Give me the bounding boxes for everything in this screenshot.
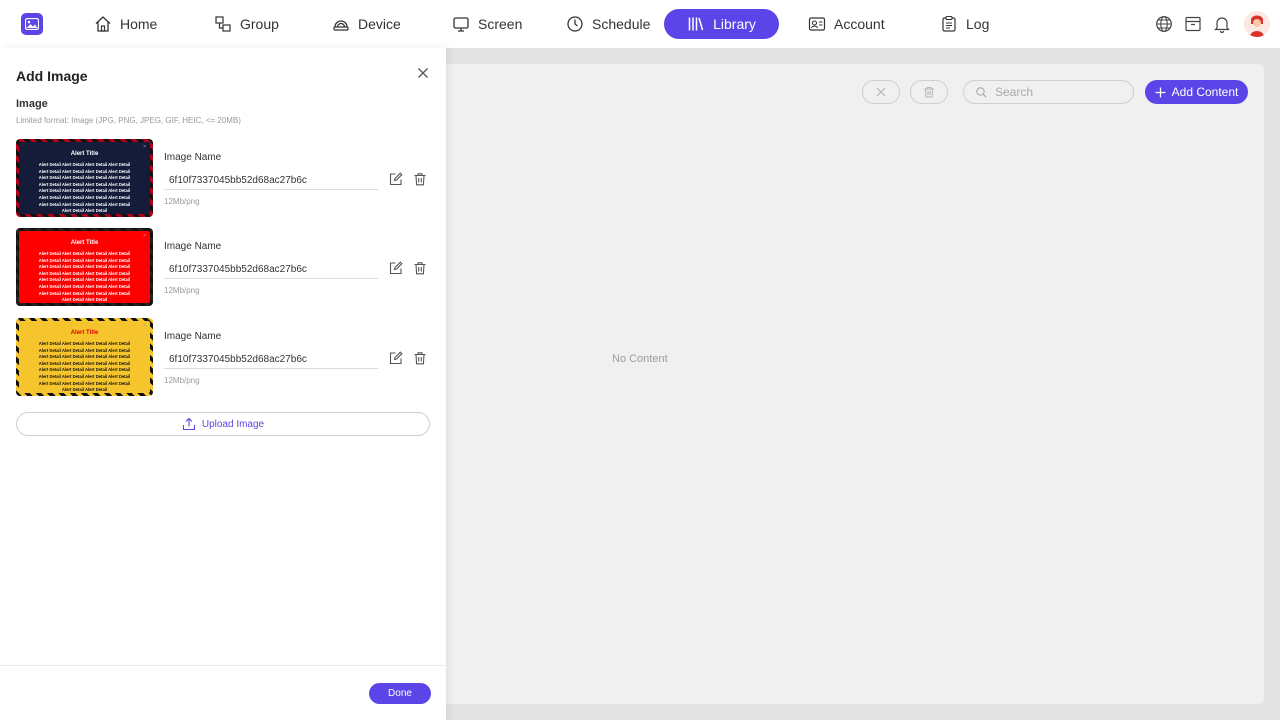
search-placeholder: Search (995, 85, 1034, 99)
clear-selection-button[interactable] (862, 80, 900, 104)
nav-log-label: Log (966, 16, 990, 32)
image-meta: 12Mb/png (164, 197, 200, 206)
user-avatar[interactable] (1244, 11, 1270, 37)
drawer-footer-divider (0, 665, 446, 666)
close-icon (418, 68, 428, 78)
image-name-label: Image Name (164, 152, 222, 163)
group-icon (215, 16, 231, 32)
trash-icon (924, 87, 934, 98)
edit-icon[interactable] (389, 261, 403, 275)
nav-device-label: Device (358, 16, 401, 32)
thumbnail-text: Alert Detail Alert Detail Alert Detail A… (38, 341, 131, 393)
top-nav-bar: Home Group Device Screen Schedule Librar… (0, 0, 1280, 48)
empty-state-text: No Content (612, 353, 668, 365)
archive-icon[interactable] (1183, 14, 1203, 34)
edit-icon[interactable] (389, 172, 403, 186)
log-icon (942, 15, 956, 32)
edit-icon[interactable] (389, 351, 403, 365)
done-button[interactable]: Done (369, 683, 431, 704)
add-content-button[interactable]: Add Content (1145, 80, 1248, 104)
nav-account-label: Account (834, 16, 885, 32)
trash-icon[interactable] (413, 261, 427, 275)
library-icon (688, 17, 704, 31)
nav-home[interactable]: Home (82, 9, 169, 39)
nav-group[interactable]: Group (202, 9, 291, 39)
clock-icon (567, 16, 583, 32)
nav-library-label: Library (713, 16, 756, 32)
image-thumbnail[interactable]: × Alert Title Alert Detail Alert Detail … (16, 139, 153, 217)
nav-account[interactable]: Account (796, 9, 897, 39)
nav-screen-label: Screen (478, 16, 523, 32)
plus-icon (1155, 87, 1166, 97)
home-icon (95, 16, 111, 32)
device-icon (333, 20, 349, 31)
image-section-label: Image (16, 98, 48, 110)
add-image-drawer: Add Image Image Limited format: Image (J… (0, 48, 446, 720)
thumbnail-title: Alert Title (70, 151, 99, 157)
thumbnail-text: Alert Detail Alert Detail Alert Detail A… (38, 162, 131, 214)
image-name-field[interactable]: 6f10f7337045bb52d68ac27b6c (164, 261, 378, 279)
nav-schedule-label: Schedule (592, 16, 651, 32)
nav-schedule[interactable]: Schedule (554, 9, 662, 39)
account-icon (808, 17, 826, 31)
close-drawer-button[interactable] (416, 66, 430, 80)
upload-icon (182, 417, 195, 431)
image-thumbnail[interactable]: × Alert Title Alert Detail Alert Detail … (16, 228, 153, 306)
nav-group-label: Group (240, 16, 279, 32)
image-name-field[interactable]: 6f10f7337045bb52d68ac27b6c (164, 351, 378, 369)
trash-icon[interactable] (413, 172, 427, 186)
image-name-label: Image Name (164, 241, 222, 252)
thumbnail-title: Alert Title (70, 240, 99, 246)
image-list-item: × Alert Title Alert Detail Alert Detail … (16, 139, 430, 217)
nav-home-label: Home (120, 16, 158, 32)
app-logo-icon[interactable] (21, 13, 43, 35)
image-meta: 12Mb/png (164, 286, 200, 295)
nav-log[interactable]: Log (928, 9, 1001, 39)
image-list-item: × Alert Title Alert Detail Alert Detail … (16, 228, 430, 306)
image-thumbnail[interactable]: × Alert Title Alert Detail Alert Detail … (16, 318, 153, 396)
thumbnail-text: Alert Detail Alert Detail Alert Detail A… (38, 251, 131, 303)
image-name-label: Image Name (164, 331, 222, 342)
search-input[interactable]: Search (963, 80, 1134, 104)
upload-image-label: Upload Image (201, 418, 265, 430)
nav-screen[interactable]: Screen (440, 9, 534, 39)
drawer-title: Add Image (16, 68, 88, 84)
close-icon (876, 87, 886, 97)
screen-icon (453, 17, 469, 32)
globe-icon[interactable] (1154, 14, 1174, 34)
image-meta: 12Mb/png (164, 376, 200, 385)
nav-library[interactable]: Library (664, 9, 779, 39)
trash-icon[interactable] (413, 351, 427, 365)
search-icon (976, 86, 987, 98)
upload-image-button[interactable]: Upload Image (16, 412, 430, 436)
bell-icon[interactable] (1212, 14, 1232, 34)
nav-device[interactable]: Device (320, 9, 413, 39)
image-list-item: × Alert Title Alert Detail Alert Detail … (16, 318, 430, 396)
format-hint: Limited format: Image (JPG, PNG, JPEG, G… (16, 116, 241, 125)
image-name-field[interactable]: 6f10f7337045bb52d68ac27b6c (164, 172, 378, 190)
add-content-label: Add Content (1171, 85, 1239, 99)
thumbnail-title: Alert Title (70, 330, 99, 336)
delete-selection-button[interactable] (910, 80, 948, 104)
